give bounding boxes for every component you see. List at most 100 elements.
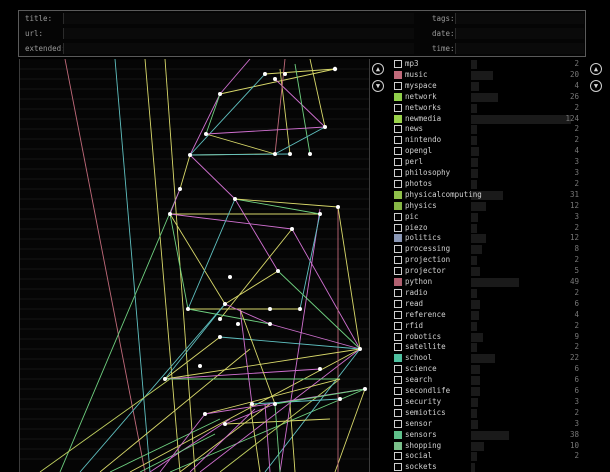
tag-row-perl[interactable]: perl 3 [391,157,585,168]
tag-row-sensor[interactable]: sensor 3 [391,419,585,430]
tag-row-music[interactable]: music 20 [391,70,585,81]
tag-row-sensors[interactable]: sensors 38 [391,430,585,441]
tag-checkbox[interactable] [394,70,402,79]
tag-row-shopping[interactable]: shopping 10 [391,441,585,452]
tag-row-philosophy[interactable]: philosophy 3 [391,168,585,179]
tag-count-bar [471,354,495,364]
tag-name: radio [405,287,428,297]
list-scroll-down-button[interactable]: ▼ [590,80,602,92]
tag-checkbox[interactable] [394,310,402,319]
extended-field[interactable] [63,43,414,54]
tag-row-social[interactable]: social 2 [391,451,585,462]
tag-checkbox[interactable] [394,169,402,177]
tag-row-newmedia[interactable]: newmedia 124 [391,114,585,125]
tag-checkbox[interactable] [394,234,402,243]
tag-checkbox[interactable] [394,463,402,472]
tag-row-robotics[interactable]: robotics 9 [391,332,585,343]
tag-row-reference[interactable]: reference 4 [391,310,585,321]
tag-row-physics[interactable]: physics 12 [391,201,585,212]
tag-row-secondlife[interactable]: secondlife 6 [391,386,585,397]
tag-row-science[interactable]: science 6 [391,364,585,375]
tag-row-school[interactable]: school 22 [391,353,585,364]
tag-checkbox[interactable] [394,158,402,167]
tag-checkbox[interactable] [394,430,402,439]
tag-count-bar [471,278,520,287]
tag-row-networks[interactable]: networks 2 [391,103,585,114]
tag-checkbox[interactable] [394,441,402,450]
bookmark-graph-canvas[interactable] [19,59,370,472]
graph-scroll-down-button[interactable]: ▼ [372,80,384,92]
tag-checkbox[interactable] [394,223,402,232]
tag-count: 2 [574,135,579,145]
tag-checkbox[interactable] [394,92,402,101]
tag-row-sockets[interactable]: sockets [391,462,585,472]
down-arrow-icon: ▼ [593,82,599,90]
tag-count-bar [471,60,477,69]
tag-checkbox[interactable] [394,256,402,265]
tag-row-search[interactable]: search 6 [391,375,585,386]
tag-row-satellite[interactable]: satellite 2 [391,342,585,353]
tag-checkbox[interactable] [394,376,402,385]
tag-checkbox[interactable] [394,452,402,461]
tag-count: 2 [574,451,579,461]
time-field[interactable] [455,43,584,54]
tag-checkbox[interactable] [394,299,402,308]
tag-row-politics[interactable]: politics 12 [391,233,585,244]
tag-checkbox[interactable] [394,103,402,112]
date-field[interactable] [455,28,584,39]
tags-field[interactable] [455,13,584,24]
tag-row-network[interactable]: network 26 [391,92,585,103]
tag-row-photos[interactable]: photos 2 [391,179,585,190]
tag-row-projection[interactable]: projection 2 [391,255,585,266]
tag-checkbox[interactable] [394,332,402,341]
tag-row-piezo[interactable]: piezo 2 [391,223,585,234]
tag-checkbox[interactable] [394,190,402,199]
tag-checkbox[interactable] [394,114,402,123]
tag-checkbox[interactable] [394,245,402,254]
tag-row-semiotics[interactable]: semiotics 2 [391,408,585,419]
tag-checkbox[interactable] [394,179,402,188]
tag-checkbox[interactable] [394,125,402,134]
list-scroll-up-button[interactable]: ▲ [590,63,602,75]
tag-checkbox[interactable] [394,81,402,90]
tag-row-news[interactable]: news 2 [391,124,585,135]
tag-checkbox[interactable] [394,321,402,330]
tag-checkbox[interactable] [394,408,402,417]
tag-checkbox[interactable] [394,354,402,363]
tag-checkbox[interactable] [394,288,402,297]
tag-row-mp3[interactable]: mp3 2 [391,59,585,70]
tag-row-nintendo[interactable]: nintendo 2 [391,135,585,146]
tag-row-pic[interactable]: pic 3 [391,212,585,223]
tag-row-myspace[interactable]: myspace 4 [391,81,585,92]
tag-checkbox[interactable] [394,201,402,210]
tag-checkbox[interactable] [394,397,402,406]
tag-name: myspace [405,80,437,90]
tag-row-read[interactable]: read 6 [391,299,585,310]
tag-checkbox[interactable] [394,365,402,374]
tag-checkbox[interactable] [394,343,402,352]
tag-checkbox[interactable] [394,147,402,156]
tag-checkbox[interactable] [394,419,402,428]
tag-row-processing[interactable]: processing 8 [391,244,585,255]
tag-count-bar [471,408,477,418]
tag-row-physicalcomputing[interactable]: physicalcomputing 31 [391,190,585,201]
tag-row-python[interactable]: python 49 [391,277,585,288]
tag-row-opengl[interactable]: opengl 4 [391,146,585,157]
tag-name: social [405,451,433,461]
tag-row-radio[interactable]: radio 2 [391,288,585,299]
tag-row-projector[interactable]: projector 5 [391,266,585,277]
tag-checkbox[interactable] [394,212,402,221]
title-field[interactable] [63,13,414,24]
tag-checkbox[interactable] [394,278,402,286]
tag-row-rfid[interactable]: rfid 2 [391,321,585,332]
tag-count: 10 [569,440,579,450]
tag-checkbox[interactable] [394,387,402,395]
tag-count: 2 [574,407,579,417]
tag-checkbox[interactable] [394,267,402,276]
tag-count-bar [471,288,477,298]
tag-checkbox[interactable] [394,136,402,145]
graph-scroll-up-button[interactable]: ▲ [372,63,384,75]
tag-checkbox[interactable] [394,60,402,68]
tag-row-security[interactable]: security 3 [391,397,585,408]
url-field[interactable] [63,28,414,39]
